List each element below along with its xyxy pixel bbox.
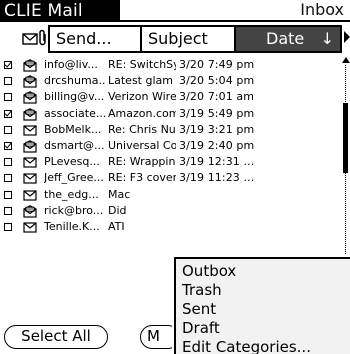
envelope-icon <box>23 221 37 233</box>
message-checkbox[interactable] <box>4 223 12 231</box>
message-date: 3/20 7:01 am <box>179 90 255 104</box>
message-subject: RE: SwitchSyn... <box>108 58 176 71</box>
subject-column-header[interactable]: Subject <box>140 25 236 53</box>
message-sender: info@liv... <box>44 58 98 71</box>
message-checkbox[interactable] <box>4 125 12 134</box>
message-row[interactable]: Tenille.K... ATI <box>0 219 342 235</box>
message-subject: Mac <box>108 187 131 201</box>
message-sender: drcshuma... <box>44 74 106 88</box>
date-column-label: Date <box>266 29 305 48</box>
open-envelope-icon <box>23 91 37 104</box>
message-sender: Jeff_Gree... <box>44 171 104 185</box>
message-subject: RE: F3 covera... <box>108 171 176 185</box>
message-row[interactable]: BobMelk... Re: Chris Null 3/19 3:21 pm <box>0 122 342 138</box>
menu-item-trash[interactable]: Trash <box>182 281 222 300</box>
message-subject: Latest glam s... <box>108 74 176 88</box>
open-envelope-icon <box>23 107 37 121</box>
message-subject: Verizon Wire... <box>108 90 176 104</box>
date-column-header[interactable]: Date ↓ <box>234 25 342 53</box>
message-checkbox[interactable] <box>4 158 12 167</box>
message-sender: rick@bro... <box>44 203 104 217</box>
message-date: 3/19 11:23 ... <box>179 171 255 185</box>
message-subject: Did <box>108 203 127 217</box>
message-sender: billing@v... <box>44 90 105 104</box>
message-subject: Universal Co... <box>108 139 176 152</box>
message-row[interactable]: Jeff_Gree... RE: F3 covera...3/19 11:23 .… <box>0 170 342 186</box>
message-checkbox[interactable] <box>4 190 12 199</box>
message-checkbox[interactable] <box>4 142 12 150</box>
message-checkbox[interactable] <box>4 93 12 102</box>
message-row[interactable]: PLevesq... RE: Wrapping...3/19 12:31 ... <box>0 154 342 170</box>
sort-arrow-icon: ↓ <box>320 29 334 48</box>
message-sender: Tenille.K... <box>44 220 100 233</box>
message-date: 3/20 7:49 pm <box>179 58 255 71</box>
menu-item-edit-categories[interactable]: Edit Categories... <box>182 338 311 354</box>
message-row[interactable]: billing@v...Verizon Wire...3/20 7:01 am <box>0 89 342 105</box>
message-row[interactable]: the_edg... Mac <box>0 187 342 203</box>
paperclip-icon[interactable] <box>38 29 48 51</box>
open-envelope-icon <box>23 204 37 218</box>
message-row[interactable]: associate...Amazon.com ...3/19 5:49 pm <box>0 106 342 122</box>
message-date: 3/19 5:49 pm <box>179 106 255 120</box>
scroll-right-icon[interactable] <box>344 31 350 43</box>
message-sender: associate... <box>44 106 106 120</box>
message-date: 3/19 3:21 pm <box>179 122 255 136</box>
column-header: Send... Subject Date ↓ <box>0 25 350 53</box>
message-checkbox[interactable] <box>4 77 12 86</box>
message-sender: BobMelk... <box>44 122 102 136</box>
message-sender: PLevesq... <box>44 155 100 169</box>
message-row[interactable]: dsmart@...Universal Co...3/19 2:40 pm <box>0 138 342 154</box>
menu-item-sent[interactable]: Sent <box>182 300 216 319</box>
envelope-icon <box>23 189 37 201</box>
message-subject: Re: Chris Null <box>108 122 176 136</box>
message-sender: dsmart@... <box>44 139 105 152</box>
envelope-icon <box>23 156 37 168</box>
message-row[interactable]: info@liv... RE: SwitchSyn...3/20 7:49 pm <box>0 57 342 73</box>
message-date: 3/19 12:31 ... <box>179 155 255 169</box>
message-checkbox[interactable] <box>4 174 12 183</box>
open-envelope-icon <box>23 140 37 153</box>
menu-item-outbox[interactable]: Outbox <box>182 262 236 281</box>
title-bar: CLIE Mail Inbox <box>0 0 350 22</box>
message-sender: the_edg... <box>44 187 99 201</box>
envelope-icon <box>23 124 37 136</box>
select-all-button[interactable]: Select All <box>4 325 108 349</box>
message-row[interactable]: drcshuma...Latest glam s...3/20 5:04 pm <box>0 73 342 89</box>
message-checkbox[interactable] <box>4 61 12 69</box>
sender-column-header[interactable]: Send... <box>48 25 142 53</box>
category-selector[interactable]: Inbox <box>300 0 344 20</box>
message-date: 3/19 2:40 pm <box>179 139 255 152</box>
app-title: CLIE Mail <box>0 0 120 22</box>
open-envelope-icon <box>23 75 37 88</box>
open-envelope-icon <box>23 59 37 72</box>
menu-item-draft[interactable]: Draft <box>182 319 220 338</box>
message-subject: ATI <box>108 220 125 233</box>
envelope-icon <box>23 172 37 184</box>
scroll-up-icon[interactable] <box>342 57 350 63</box>
message-subject: RE: Wrapping... <box>108 155 176 169</box>
message-checkbox[interactable] <box>4 109 12 118</box>
message-date: 3/20 5:04 pm <box>179 74 255 88</box>
message-row[interactable]: rick@bro... Did <box>0 203 342 219</box>
title-divider <box>0 20 350 22</box>
message-checkbox[interactable] <box>4 206 12 215</box>
envelope-icon[interactable] <box>22 31 38 50</box>
folder-popup-menu: Outbox Trash Sent Draft Edit Categories.… <box>174 257 350 354</box>
scroll-thumb[interactable] <box>343 103 348 173</box>
message-subject: Amazon.com ... <box>108 106 176 120</box>
